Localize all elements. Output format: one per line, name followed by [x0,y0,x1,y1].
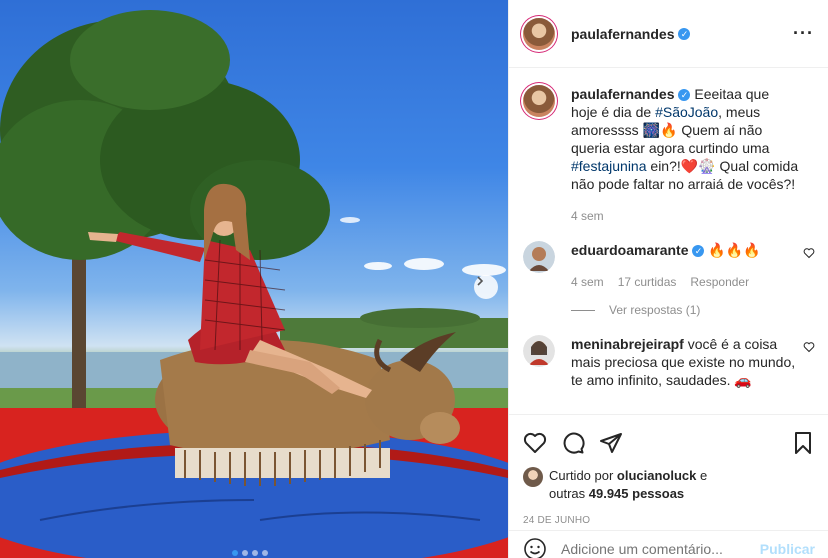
chevron-right-icon [477,276,484,286]
like-comment-heart-icon[interactable] [803,247,815,259]
carousel-dot [252,550,258,556]
view-replies-label: Ver respostas (1) [609,303,701,317]
more-options-icon[interactable]: ··· [793,23,814,44]
carousel-dot [242,550,248,556]
share-paper-plane-icon[interactable] [599,431,623,455]
caption: paulafernandes ✓ Eeeitaa que hoje é dia d… [523,85,815,225]
commenter-avatar[interactable] [523,241,555,273]
caption-time[interactable]: 4 sem [571,207,604,225]
comment-item: meninabrejeirapf você é a coisa mais pre… [523,335,815,389]
verified-badge-icon: ✓ [678,89,691,102]
liker-username[interactable]: olucianoluck [617,468,696,483]
caption-meta: 4 sem [571,207,799,225]
caption-text: paulafernandes ✓ Eeeitaa que hoje é dia d… [571,85,799,193]
likes-others-prefix: outras [549,486,589,501]
comments-section: paulafernandes ✓ Eeeitaa que hoje é dia d… [509,69,828,414]
carousel-next-button[interactable] [474,275,498,299]
divider-line [571,309,595,311]
carousel-indicator [232,550,268,556]
caption-avatar[interactable] [523,85,555,117]
add-comment-bar: Publicar [509,530,828,558]
comment-content: 🔥🔥🔥 [704,242,761,258]
comment-bubble-icon[interactable] [561,431,585,455]
emoji-smiley-icon[interactable] [523,537,547,558]
author-username[interactable]: paulafernandes [571,26,674,42]
liker-avatar[interactable] [523,467,543,487]
comment-input[interactable] [561,540,760,557]
reply-button[interactable]: Responder [690,273,749,291]
comment-username[interactable]: eduardoamarante [571,242,688,258]
verified-badge-icon: ✓ [678,27,691,40]
verified-badge-icon: ✓ [692,245,705,258]
comment-meta: 4 sem 17 curtidas Responder [571,273,799,291]
photo-illustration [0,10,508,558]
author-avatar[interactable] [523,17,555,50]
carousel-dot [232,550,238,556]
hashtag-link[interactable]: #SãoJoão [655,104,718,120]
comment-text: meninabrejeirapf você é a coisa mais pre… [571,335,799,389]
like-heart-icon[interactable] [523,431,547,455]
comment-text: eduardoamarante ✓ 🔥🔥🔥 [571,241,799,259]
post-date[interactable]: 24 DE JUNHO [523,515,815,526]
commenter-avatar[interactable] [523,335,555,367]
hashtag-link[interactable]: #festajunina [571,158,647,174]
save-bookmark-icon[interactable] [791,431,815,455]
action-bar [523,423,815,463]
likes-others-count[interactable]: 49.945 pessoas [589,486,684,501]
post-photo[interactable] [0,0,508,558]
caption-username[interactable]: paulafernandes [571,86,674,102]
post-header: paulafernandes ✓ ··· [509,0,828,68]
likes-summary: Curtido por olucianoluck e outras 49.945… [523,467,815,503]
likes-middle: e [696,468,708,483]
post-actions: Curtido por olucianoluck e outras 49.945… [509,414,828,526]
publish-button[interactable]: Publicar [760,541,815,557]
view-replies-button[interactable]: Ver respostas (1) [571,301,799,319]
comment-username[interactable]: meninabrejeirapf [571,336,684,352]
carousel-dot [262,550,268,556]
like-comment-heart-icon[interactable] [803,341,815,353]
likes-prefix: Curtido por [549,468,617,483]
comment-likes[interactable]: 17 curtidas [618,273,677,291]
post-sidebar: paulafernandes ✓ ··· paulafernandes ✓ Eee… [508,0,828,558]
comment-item: eduardoamarante ✓ 🔥🔥🔥 4 sem 17 curtidas R… [523,241,815,319]
comment-time[interactable]: 4 sem [571,273,604,291]
